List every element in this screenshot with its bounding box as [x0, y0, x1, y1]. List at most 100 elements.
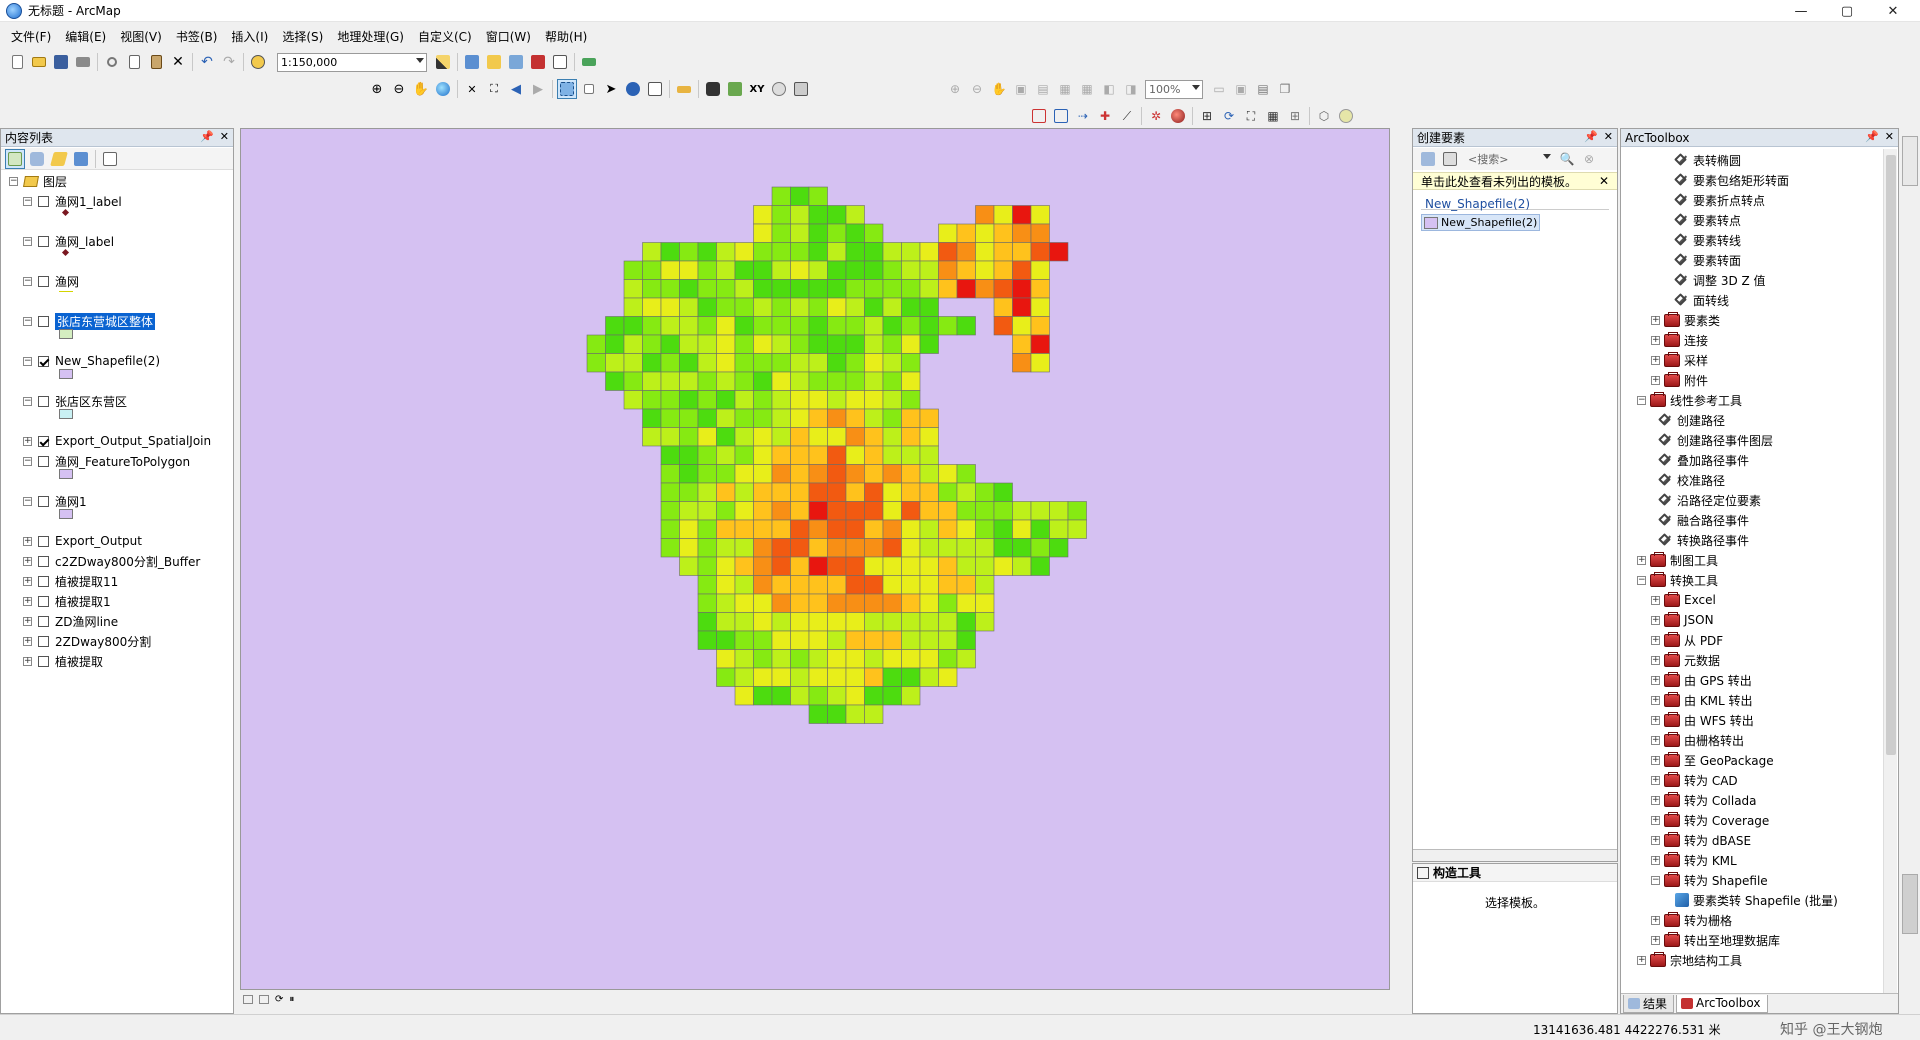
fishnet-cell[interactable]: [771, 667, 791, 687]
fishnet-cell[interactable]: [827, 353, 847, 373]
fishnet-cell[interactable]: [827, 667, 847, 687]
fishnet-cell[interactable]: [845, 205, 865, 225]
toolbox-item[interactable]: + 由 KML 转出: [1651, 691, 1753, 709]
collapse-icon[interactable]: −: [23, 456, 32, 466]
fishnet-cell[interactable]: [679, 371, 699, 391]
fishnet-cell[interactable]: [845, 593, 865, 613]
fishnet-cell[interactable]: [790, 186, 810, 206]
toolbox-item[interactable]: 表转椭圆: [1667, 151, 1741, 169]
focus-data-frame-button[interactable]: ▣: [1231, 79, 1251, 99]
fishnet-cell[interactable]: [845, 297, 865, 317]
fishnet-cell[interactable]: [919, 630, 939, 650]
fishnet-cell[interactable]: [642, 334, 662, 354]
fishnet-cell[interactable]: [753, 667, 773, 687]
fishnet-cell[interactable]: [882, 260, 902, 280]
layout-zoom-out-button[interactable]: ⊖: [967, 79, 987, 99]
fishnet-cell[interactable]: [938, 242, 958, 262]
fishnet-cell[interactable]: [808, 427, 828, 447]
toolbox-item[interactable]: + 转为 KML: [1651, 851, 1737, 869]
fishnet-cell[interactable]: [938, 612, 958, 632]
fishnet-cell[interactable]: [660, 353, 680, 373]
fishnet-cell[interactable]: [901, 242, 921, 262]
pin-icon[interactable]: 📌: [1584, 130, 1598, 143]
fishnet-cell[interactable]: [679, 556, 699, 576]
toolbox-item[interactable]: + 由 GPS 转出: [1651, 671, 1752, 689]
fishnet-cell[interactable]: [993, 501, 1013, 521]
fishnet-cell[interactable]: [938, 575, 958, 595]
fishnet-cell[interactable]: [697, 279, 717, 299]
fishnet-cell[interactable]: [864, 371, 884, 391]
fishnet-cell[interactable]: [1012, 242, 1032, 262]
toolbox-item[interactable]: 要素包络矩形转面: [1667, 171, 1789, 189]
next-extent-layout-button[interactable]: ◨: [1121, 79, 1141, 99]
fishnet-cell[interactable]: [660, 408, 680, 428]
add-data-button[interactable]: [248, 52, 268, 72]
fishnet-cell[interactable]: [808, 704, 828, 724]
expand-icon[interactable]: +: [1651, 595, 1660, 605]
fishnet-cell[interactable]: [919, 556, 939, 576]
fishnet-cell[interactable]: [901, 445, 921, 465]
fishnet-cell[interactable]: [771, 223, 791, 243]
fishnet-cell[interactable]: [716, 501, 736, 521]
expand-icon[interactable]: +: [1651, 675, 1660, 685]
fishnet-cell[interactable]: [753, 445, 773, 465]
expand-icon[interactable]: +: [1651, 655, 1660, 665]
fishnet-cell[interactable]: [975, 612, 995, 632]
fishnet-cell[interactable]: [864, 612, 884, 632]
fishnet-cell[interactable]: [753, 464, 773, 484]
fishnet-cell[interactable]: [827, 427, 847, 447]
fill-symbol-swatch[interactable]: [59, 369, 73, 379]
fishnet-cell[interactable]: [845, 686, 865, 706]
fishnet-cell[interactable]: [882, 519, 902, 539]
close-icon[interactable]: ✕: [1599, 174, 1609, 188]
fishnet-cell[interactable]: [1012, 556, 1032, 576]
fishnet-cell[interactable]: [845, 353, 865, 373]
straight-segment-button[interactable]: ⟋: [1117, 106, 1137, 126]
fishnet-cell[interactable]: [790, 297, 810, 317]
fishnet-cell[interactable]: [864, 316, 884, 336]
find-button[interactable]: [703, 79, 723, 99]
expand-icon[interactable]: +: [1651, 375, 1660, 385]
fishnet-cell[interactable]: [660, 297, 680, 317]
fill-symbol-swatch[interactable]: [59, 469, 73, 479]
fishnet-cell[interactable]: [901, 575, 921, 595]
fishnet-cell[interactable]: [901, 390, 921, 410]
close-icon[interactable]: ✕: [1604, 130, 1613, 143]
fishnet-cell[interactable]: [827, 482, 847, 502]
fishnet-cell[interactable]: [919, 464, 939, 484]
fishnet-cell[interactable]: [1030, 223, 1050, 243]
fishnet-cell[interactable]: [975, 593, 995, 613]
fishnet-cell[interactable]: [845, 519, 865, 539]
layer-visibility-checkbox[interactable]: [38, 395, 49, 407]
fishnet-cell[interactable]: [716, 482, 736, 502]
toolbox-item[interactable]: + 制图工具: [1637, 551, 1718, 569]
fishnet-cell[interactable]: [734, 297, 754, 317]
layer-name[interactable]: New_Shapefile(2): [55, 354, 160, 368]
fishnet-cell[interactable]: [845, 334, 865, 354]
fishnet-cell[interactable]: [697, 297, 717, 317]
fishnet-cell[interactable]: [642, 242, 662, 262]
fishnet-cell[interactable]: [790, 242, 810, 262]
expand-icon[interactable]: +: [1651, 315, 1660, 325]
fishnet-cell[interactable]: [753, 575, 773, 595]
fishnet-cell[interactable]: [660, 371, 680, 391]
fishnet-cell[interactable]: [827, 408, 847, 428]
fishnet-cell[interactable]: [716, 427, 736, 447]
fishnet-cell[interactable]: [697, 593, 717, 613]
layout-pan-button[interactable]: ✋: [989, 79, 1009, 99]
toc-layer-row[interactable]: − 张店东营城区整体: [23, 312, 156, 330]
georeference-button[interactable]: [1168, 106, 1188, 126]
fishnet-cell[interactable]: [827, 686, 847, 706]
fishnet-cell[interactable]: [845, 575, 865, 595]
copy-button[interactable]: [124, 52, 144, 72]
list-by-drawing-order-button[interactable]: [5, 148, 25, 169]
trace-button[interactable]: ⇢: [1073, 106, 1093, 126]
fishnet-cell[interactable]: [753, 260, 773, 280]
layout-view-button[interactable]: [259, 994, 269, 1004]
fishnet-cell[interactable]: [660, 260, 680, 280]
map-scale-combo[interactable]: 1:150,000: [277, 52, 427, 72]
fishnet-cell[interactable]: [660, 316, 680, 336]
fishnet-cell[interactable]: [771, 260, 791, 280]
fishnet-cell[interactable]: [771, 556, 791, 576]
fishnet-cell[interactable]: [882, 630, 902, 650]
